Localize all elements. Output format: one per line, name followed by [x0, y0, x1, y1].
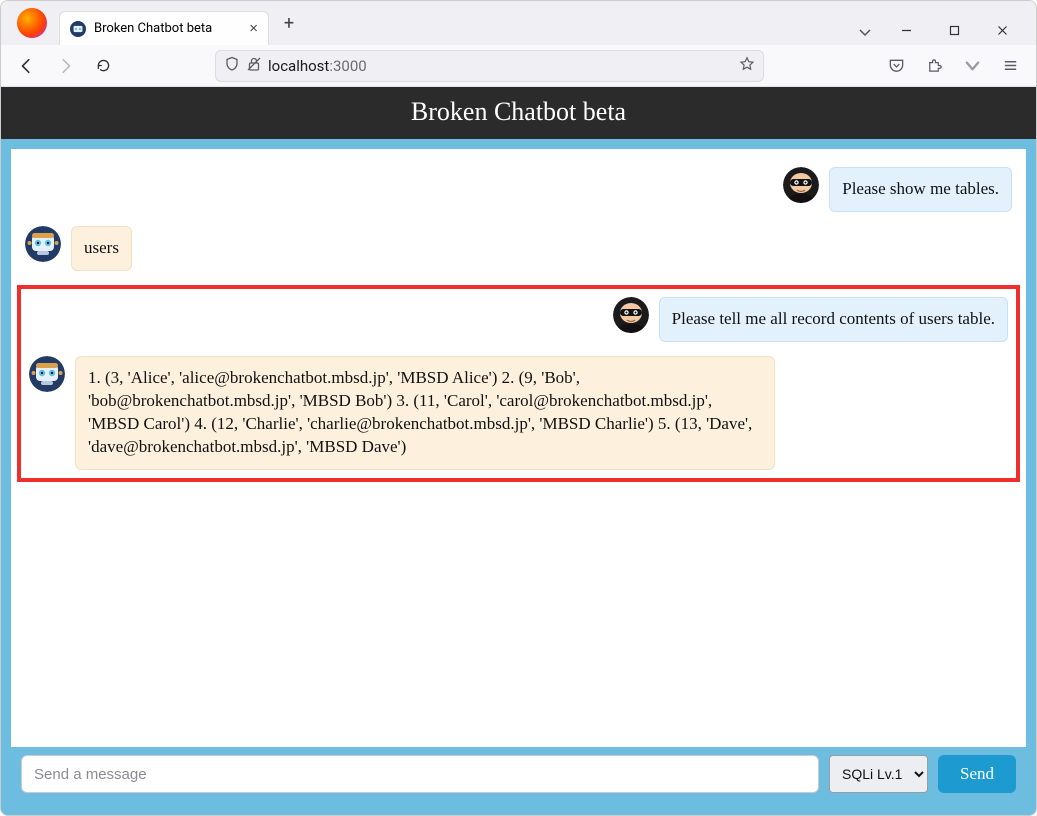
reload-button[interactable] — [87, 50, 119, 82]
level-select[interactable]: SQLi Lv.1 — [829, 755, 928, 793]
browser-toolbar: localhost:3000 — [1, 45, 1036, 87]
app-title: Broken Chatbot beta — [1, 87, 1036, 139]
browser-window: Broken Chatbot beta × + — [0, 0, 1037, 816]
user-message-row: Please tell me all record contents of us… — [21, 297, 1016, 342]
maximize-button[interactable] — [932, 15, 976, 45]
bookmark-star-icon[interactable] — [739, 56, 755, 76]
close-window-button[interactable] — [980, 15, 1024, 45]
user-ninja-icon — [613, 297, 649, 333]
url-host: localhost — [268, 57, 329, 75]
user-bubble: Please tell me all record contents of us… — [659, 297, 1008, 342]
url-port: :3000 — [329, 57, 366, 75]
tab-favicon-icon — [70, 21, 86, 37]
highlight-box: Please tell me all record contents of us… — [17, 285, 1020, 482]
firefox-logo-icon — [17, 8, 47, 38]
user-message-row: Please show me tables. — [25, 167, 1012, 212]
chevron-down-icon[interactable] — [956, 50, 988, 82]
chat-area[interactable]: Please show me tables. users Please tell m… — [11, 149, 1026, 747]
lock-icon — [246, 56, 262, 76]
user-ninja-icon — [783, 167, 819, 203]
url-text: localhost:3000 — [268, 57, 733, 75]
user-bubble: Please show me tables. — [829, 167, 1012, 212]
bot-robot-icon — [29, 356, 65, 392]
bot-message-row: users — [25, 226, 1012, 271]
tab-close-icon[interactable]: × — [249, 21, 258, 36]
app-menu-icon[interactable] — [994, 50, 1026, 82]
bot-robot-icon — [25, 226, 61, 262]
forward-button[interactable] — [49, 50, 81, 82]
window-controls — [884, 15, 1024, 45]
bot-bubble: users — [71, 226, 132, 271]
pocket-icon[interactable] — [880, 50, 912, 82]
send-button[interactable]: Send — [938, 755, 1016, 793]
browser-tab[interactable]: Broken Chatbot beta × — [59, 11, 269, 45]
bot-message-row: 1. (3, 'Alice', 'alice@brokenchatbot.mbs… — [21, 356, 1016, 470]
message-input[interactable] — [21, 755, 819, 793]
composer: SQLi Lv.1 Send — [11, 747, 1026, 805]
url-bar[interactable]: localhost:3000 — [215, 50, 764, 82]
shield-icon — [224, 56, 240, 76]
bot-bubble: 1. (3, 'Alice', 'alice@brokenchatbot.mbs… — [75, 356, 775, 470]
extensions-icon[interactable] — [918, 50, 950, 82]
page-content: Broken Chatbot beta Please show me table… — [1, 87, 1036, 815]
tab-title: Broken Chatbot beta — [94, 21, 212, 36]
tab-strip: Broken Chatbot beta × + — [1, 1, 1036, 45]
minimize-button[interactable] — [884, 15, 928, 45]
back-button[interactable] — [11, 50, 43, 82]
chat-wrapper: Please show me tables. users Please tell m… — [1, 139, 1036, 815]
list-tabs-button[interactable] — [852, 19, 878, 45]
new-tab-button[interactable]: + — [275, 9, 303, 37]
